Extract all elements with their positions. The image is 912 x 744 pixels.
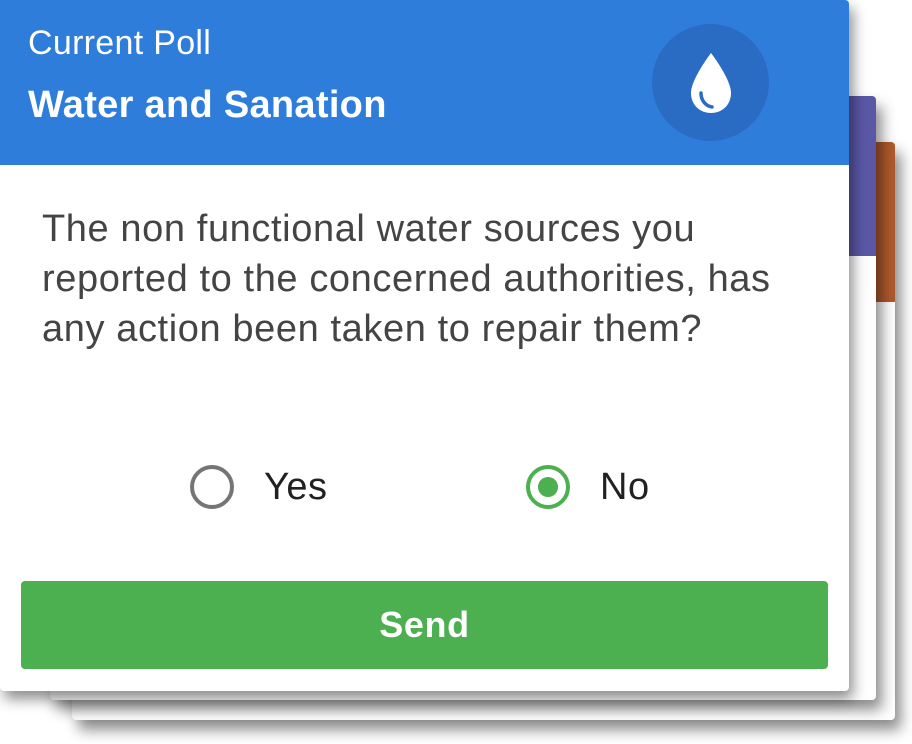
- water-drop-icon-badge: [652, 24, 769, 141]
- poll-stage: Current Poll Water and Sanation The non …: [0, 0, 912, 744]
- water-drop-icon: [690, 52, 731, 113]
- stacked-card-header-strip: [848, 96, 876, 256]
- send-button[interactable]: Send: [21, 581, 828, 669]
- poll-question: The non functional water sources you rep…: [42, 208, 771, 350]
- poll-title: Water and Sanation: [28, 84, 387, 126]
- option-no[interactable]: No: [526, 452, 650, 522]
- poll-kicker: Current Poll: [28, 24, 212, 62]
- option-yes-label: Yes: [264, 465, 328, 508]
- poll-card: Current Poll Water and Sanation The non …: [0, 0, 849, 691]
- option-no-label: No: [600, 465, 650, 508]
- poll-header: Current Poll Water and Sanation: [0, 0, 849, 165]
- radio-no[interactable]: [526, 465, 570, 509]
- option-yes[interactable]: Yes: [190, 452, 328, 522]
- radio-yes[interactable]: [190, 465, 234, 509]
- stacked-card-header-strip: [873, 142, 895, 302]
- poll-options: Yes No: [0, 452, 849, 522]
